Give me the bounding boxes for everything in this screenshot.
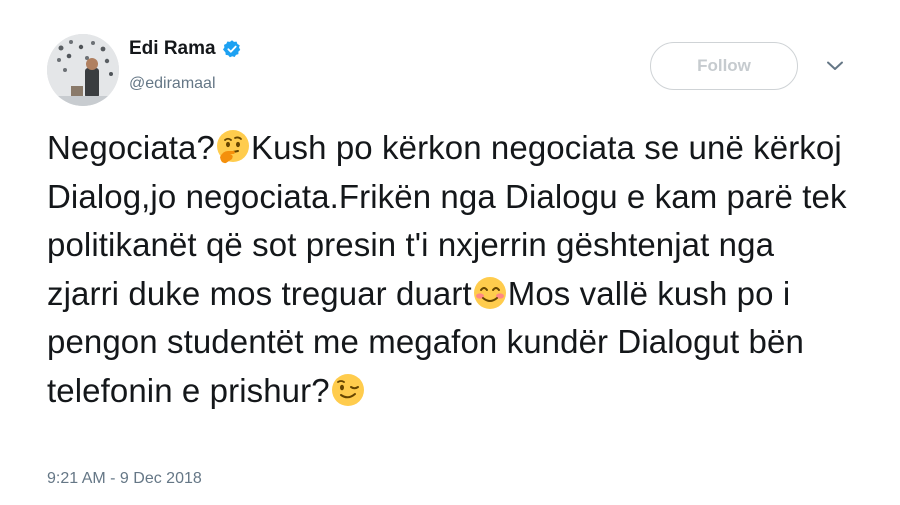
chevron-down-icon[interactable] xyxy=(826,60,844,72)
tweet-header: Edi Rama @ediramaal Follow xyxy=(0,0,900,110)
avatar-photo xyxy=(47,34,119,106)
tweet-timestamp[interactable]: 9:21 AM - 9 Dec 2018 xyxy=(47,470,202,488)
user-handle[interactable]: @ediramaal xyxy=(129,75,216,93)
tweet-text: Negociata? Kush po kërkon negociata se un… xyxy=(47,124,847,416)
display-name[interactable]: Edi Rama xyxy=(129,38,216,60)
name-row: Edi Rama xyxy=(129,38,242,60)
follow-button[interactable]: Follow xyxy=(650,42,798,90)
thinking-face-icon xyxy=(216,130,249,164)
smiling-face-with-smiling-eyes-icon xyxy=(473,276,506,309)
winking-face-icon xyxy=(331,373,364,406)
avatar[interactable] xyxy=(47,34,119,106)
tweet-text-segment-1: Negociata? xyxy=(47,129,215,166)
verified-badge-icon xyxy=(222,40,240,58)
